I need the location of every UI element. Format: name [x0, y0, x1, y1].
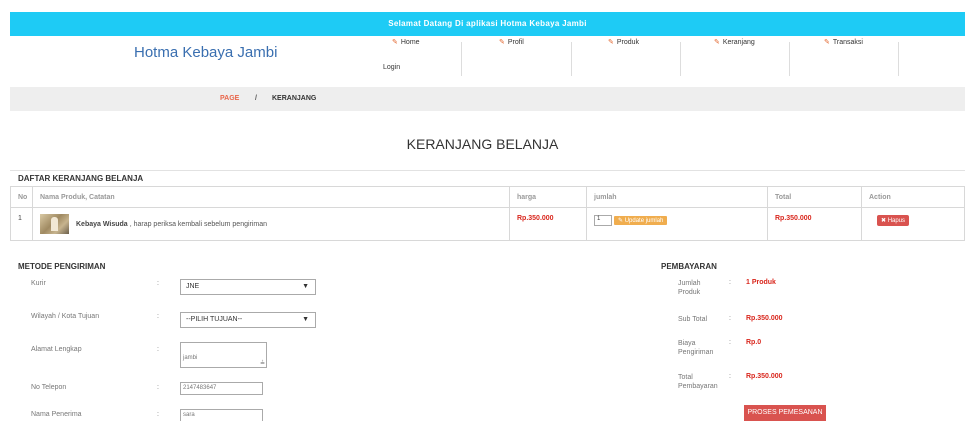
- telepon-label: No Telepon: [31, 384, 67, 391]
- divider: [10, 170, 965, 171]
- jumlah-label-line2: Produk: [678, 289, 701, 296]
- kurir-value: JNE: [186, 283, 200, 290]
- payment-title: PEMBAYARAN: [661, 262, 717, 271]
- total-label: Total Pembayaran: [678, 373, 718, 391]
- nav-divider: [680, 42, 681, 76]
- row-action: ✖ Hapus: [861, 207, 965, 241]
- edit-icon: ✎: [392, 39, 398, 46]
- nav-profil-label: Profil: [507, 39, 524, 46]
- breadcrumb-separator: /: [255, 95, 257, 102]
- col-qty: jumlah: [586, 186, 768, 208]
- subtotal-value: Rp.350.000: [746, 315, 783, 322]
- biaya-label-line2: Pengiriman: [678, 349, 714, 356]
- biaya-label-line1: Biaya: [678, 340, 696, 347]
- penerima-input[interactable]: sara: [180, 409, 263, 421]
- table-header-row: No Nama Produk, Catatan harga jumlah Tot…: [10, 186, 965, 208]
- nav-keranjang[interactable]: ✎ Keranjang: [714, 38, 755, 46]
- jumlah-value: 1 Produk: [746, 279, 776, 286]
- close-icon: ✖: [881, 218, 888, 224]
- nav-transaksi[interactable]: ✎ Transaksi: [824, 38, 863, 46]
- brand-name[interactable]: Hotma Kebaya Jambi: [134, 44, 277, 61]
- biaya-label: Biaya Pengiriman: [678, 339, 713, 357]
- jumlah-label-line1: Jumlah: [678, 280, 701, 287]
- chevron-down-icon: ▼: [302, 316, 309, 323]
- cart-table: No Nama Produk, Catatan harga jumlah Tot…: [10, 186, 965, 241]
- shipping-title: METODE PENGIRIMAN: [18, 262, 106, 271]
- nav-divider: [461, 42, 462, 76]
- col-product: Nama Produk, Catatan: [32, 186, 510, 208]
- product-name: Kebaya Wisuda: [76, 220, 128, 228]
- edit-icon: ✎: [608, 39, 614, 46]
- row-price: Rp.350.000: [509, 207, 587, 241]
- nav-divider: [571, 42, 572, 76]
- biaya-value: Rp.0: [746, 339, 762, 346]
- process-order-button[interactable]: PROSES PEMESANAN: [744, 405, 826, 421]
- delete-button[interactable]: ✖ Hapus: [877, 215, 910, 226]
- breadcrumb: PAGE / KERANJANG: [10, 87, 965, 111]
- kurir-select[interactable]: JNE ▼: [180, 279, 316, 295]
- nav-transaksi-label: Transaksi: [832, 39, 863, 46]
- delete-label: Hapus: [887, 218, 906, 224]
- cart-section-title: DAFTAR KERANJANG BELANJA: [18, 174, 144, 183]
- wilayah-select[interactable]: --PILIH TUJUAN-- ▼: [180, 312, 316, 328]
- penerima-label: Nama Penerima: [31, 411, 82, 418]
- colon: :: [157, 384, 159, 391]
- breadcrumb-page[interactable]: PAGE: [220, 87, 239, 111]
- nav-produk[interactable]: ✎ Produk: [608, 38, 639, 46]
- nav-divider: [789, 42, 790, 76]
- row-product: Kebaya Wisuda, harap periksa kembali seb…: [32, 207, 510, 241]
- row-no: 1: [10, 207, 33, 241]
- total-label-line2: Pembayaran: [678, 383, 718, 390]
- telepon-input[interactable]: 2147483647: [180, 382, 263, 395]
- col-total: Total: [767, 186, 862, 208]
- edit-icon: ✎: [618, 218, 625, 224]
- breadcrumb-current: KERANJANG: [272, 95, 317, 102]
- alamat-value: jambi: [183, 355, 198, 361]
- table-row: 1 Kebaya Wisuda, harap periksa kembali s…: [10, 207, 965, 241]
- nav-home-label: Home: [400, 39, 420, 46]
- edit-icon: ✎: [824, 39, 830, 46]
- nav-profil[interactable]: ✎ Profil: [499, 38, 524, 46]
- chevron-down-icon: ▼: [302, 283, 309, 290]
- nav-home[interactable]: ✎ Home: [392, 38, 420, 46]
- product-thumbnail[interactable]: [40, 214, 69, 234]
- update-quantity-button[interactable]: ✎ Update jumlah: [614, 216, 668, 225]
- colon: :: [729, 315, 731, 322]
- edit-icon: ✎: [714, 39, 720, 46]
- resize-grip-icon[interactable]: ≟: [260, 360, 265, 367]
- col-no: No: [10, 186, 33, 208]
- colon: :: [157, 313, 159, 320]
- nav-divider: [898, 42, 899, 76]
- update-label: Update jumlah: [624, 218, 664, 224]
- alamat-textarea[interactable]: jambi ≟: [180, 342, 267, 368]
- edit-icon: ✎: [499, 39, 505, 46]
- col-action: Action: [861, 186, 965, 208]
- colon: :: [729, 339, 731, 346]
- colon: :: [157, 280, 159, 287]
- total-value: Rp.350.000: [746, 373, 783, 380]
- col-price: harga: [509, 186, 587, 208]
- nav-login[interactable]: Login: [383, 64, 400, 71]
- quantity-input[interactable]: 1: [594, 215, 612, 226]
- wilayah-value: --PILIH TUJUAN--: [186, 316, 243, 323]
- wilayah-label: Wilayah / Kota Tujuan: [31, 313, 100, 320]
- colon: :: [729, 373, 731, 380]
- total-label-line1: Total: [678, 374, 693, 381]
- alamat-label: Alamat Lengkap: [31, 346, 82, 353]
- nav-produk-label: Produk: [616, 39, 640, 46]
- subtotal-label: Sub Total: [678, 316, 708, 323]
- colon: :: [157, 346, 159, 353]
- page-title: KERANJANG BELANJA: [406, 136, 559, 152]
- row-total: Rp.350.000: [767, 207, 862, 241]
- nav-keranjang-label: Keranjang: [722, 39, 755, 46]
- product-note: , harap periksa kembali sebelum pengirim…: [129, 220, 268, 228]
- jumlah-label: Jumlah Produk: [678, 279, 701, 297]
- row-qty: 1 ✎ Update jumlah: [586, 207, 768, 241]
- kurir-label: Kurir: [31, 280, 46, 287]
- colon: :: [157, 411, 159, 418]
- welcome-banner: Selamat Datang Di aplikasi Hotma Kebaya …: [10, 12, 965, 36]
- colon: :: [729, 279, 731, 286]
